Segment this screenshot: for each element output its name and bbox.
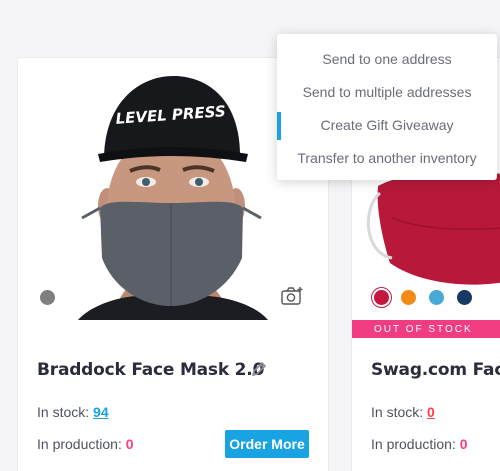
menu-item-send-one-address[interactable]: Send to one address: [277, 42, 497, 75]
menu-item-create-gift-giveaway[interactable]: Create Gift Giveaway: [277, 108, 497, 141]
product-title: Braddock Face Mask 2.0: [37, 360, 265, 380]
in-production-value-2: 0: [459, 436, 468, 452]
product-title-2: Swag.com Face: [371, 360, 500, 380]
color-swatch-blue[interactable]: [429, 290, 444, 305]
in-production-label-2: In production:: [371, 436, 456, 452]
in-production-line: In production: 0: [37, 436, 134, 452]
menu-item-send-multiple-addresses[interactable]: Send to multiple addresses: [277, 75, 497, 108]
send-options-menu: Send to one address Send to multiple add…: [277, 34, 497, 180]
color-swatch-gray[interactable]: [40, 290, 55, 305]
in-production-value: 0: [125, 436, 134, 452]
menu-item-transfer-inventory[interactable]: Transfer to another inventory: [277, 141, 497, 174]
in-stock-value-link-2[interactable]: 0: [427, 404, 435, 420]
in-stock-line: In stock: 94: [37, 404, 109, 420]
in-production-label: In production:: [37, 436, 122, 452]
order-more-button[interactable]: Order More: [225, 430, 309, 458]
color-swatch-red[interactable]: [374, 290, 389, 305]
out-of-stock-badge: OUT OF STOCK: [352, 320, 500, 338]
color-swatch-navy[interactable]: [457, 290, 472, 305]
add-photo-icon[interactable]: [280, 286, 304, 306]
in-stock-value-link[interactable]: 94: [93, 404, 109, 420]
in-stock-label: In stock:: [37, 404, 90, 420]
in-production-line-2: In production: 0: [371, 436, 468, 452]
color-swatch-orange[interactable]: [401, 290, 416, 305]
in-stock-label-2: In stock:: [371, 404, 424, 420]
edit-pencil-icon[interactable]: [250, 360, 268, 378]
in-stock-line-2: In stock: 0: [371, 404, 435, 420]
